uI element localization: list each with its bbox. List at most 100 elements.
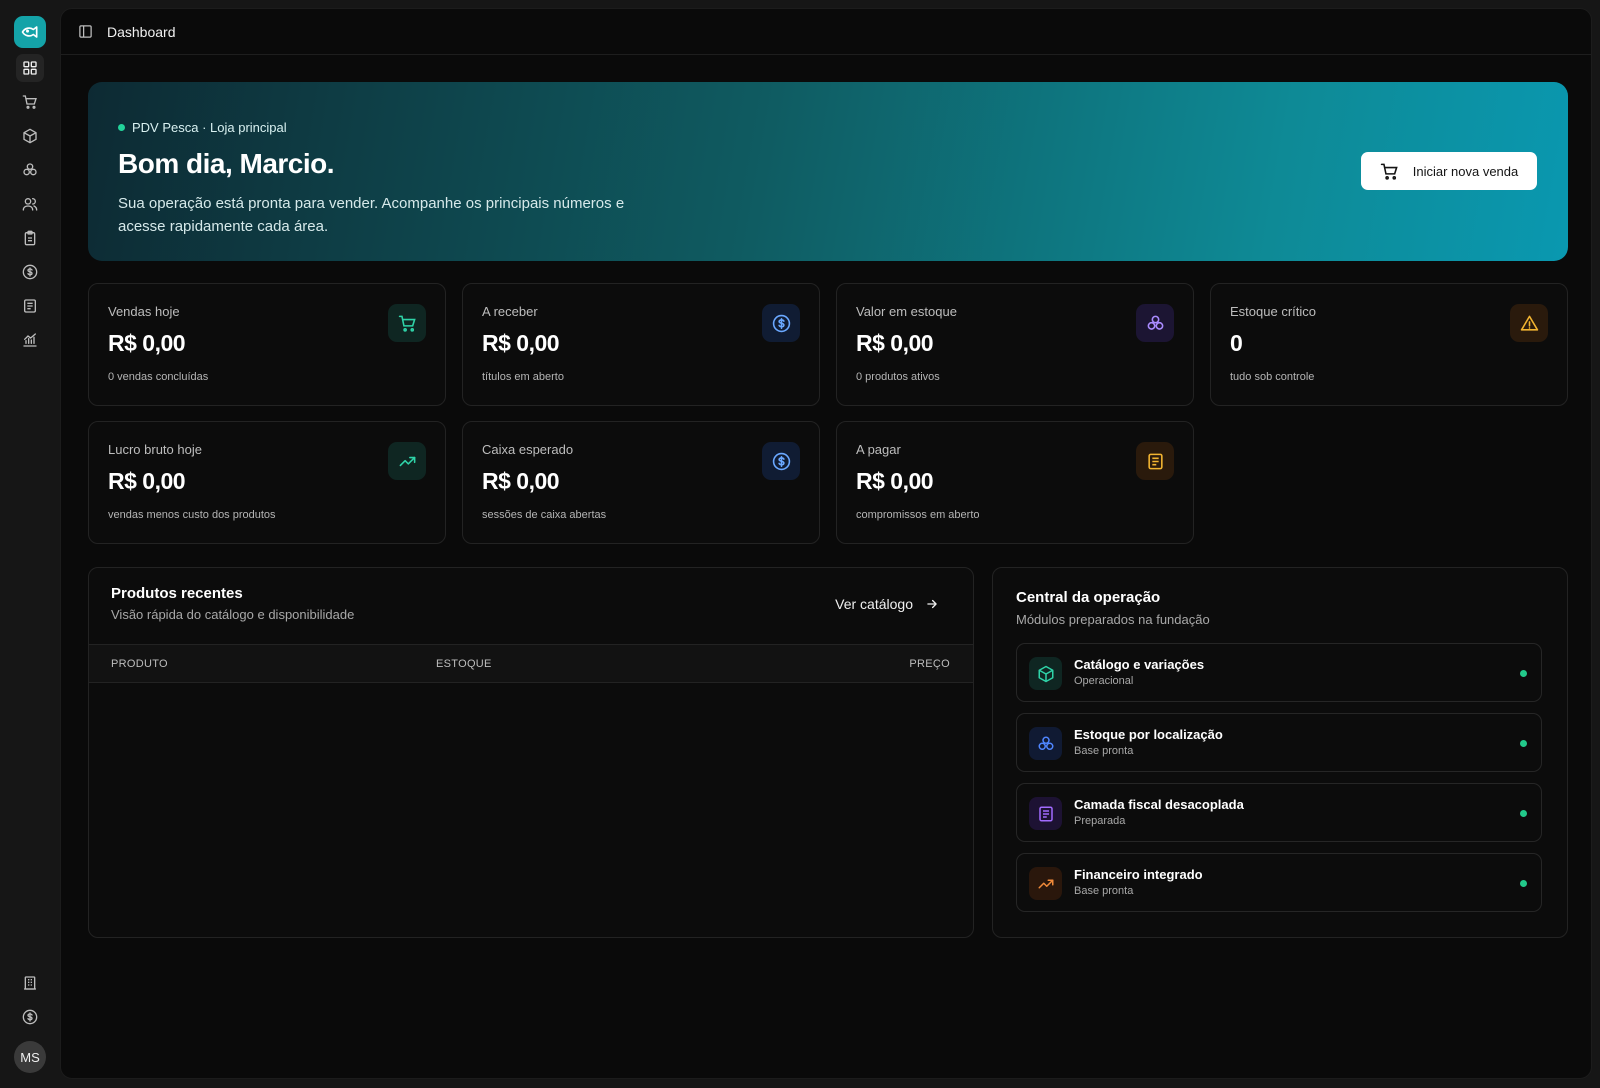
stat-icon-badge <box>1510 304 1548 342</box>
sidebar-item-store[interactable] <box>16 969 44 997</box>
sidebar-toggle-button[interactable] <box>78 24 93 39</box>
module-title: Catálogo e variações <box>1074 657 1205 672</box>
cart-icon <box>1380 163 1398 180</box>
module-title: Camada fiscal desacoplada <box>1074 797 1244 812</box>
sidebar-item-billing[interactable] <box>16 1003 44 1031</box>
module-item[interactable]: Camada fiscal desacoplada Preparada <box>1016 783 1542 842</box>
cart-icon <box>22 95 37 109</box>
module-status: Operacional <box>1074 675 1134 687</box>
stat-card-expected-cash[interactable]: Caixa esperado R$ 0,00 sessões de caixa … <box>462 421 820 544</box>
sidebar-item-sales[interactable] <box>16 88 44 116</box>
column-header-stock[interactable]: ESTOQUE <box>436 658 492 670</box>
greeting-description: Sua operação está pronta para vender. Ac… <box>118 195 625 235</box>
stat-label: Caixa esperado <box>482 442 574 457</box>
stat-label: Valor em estoque <box>856 304 957 319</box>
panel-title: Produtos recentes <box>111 585 243 602</box>
module-icon-badge <box>1029 797 1062 830</box>
stat-value: R$ 0,00 <box>856 330 934 356</box>
module-icon-badge <box>1029 727 1062 760</box>
new-sale-button[interactable]: Iniciar nova venda <box>1361 152 1537 190</box>
building-icon <box>24 976 36 990</box>
store-name: PDV Pesca · Loja principal <box>132 120 287 135</box>
module-status: Base pronta <box>1074 745 1134 757</box>
module-status-dot <box>1520 880 1527 887</box>
dollar-icon <box>22 264 38 280</box>
arrow-right-icon <box>927 599 937 609</box>
stat-value: R$ 0,00 <box>482 330 560 356</box>
stat-icon-badge <box>388 304 426 342</box>
module-item[interactable]: Estoque por localização Base pronta <box>1016 713 1542 772</box>
users-icon <box>22 198 38 211</box>
column-header-product[interactable]: PRODUTO <box>111 658 168 670</box>
greeting-title: Bom dia, Marcio. <box>118 148 335 179</box>
sidebar-item-orders[interactable] <box>16 224 44 252</box>
stat-value: R$ 0,00 <box>108 330 186 356</box>
stat-icon-badge <box>1136 304 1174 342</box>
store-tag: PDV Pesca · Loja principal <box>118 120 287 135</box>
sidebar-item-stock[interactable] <box>16 156 44 184</box>
module-item[interactable]: Financeiro integrado Base pronta <box>1016 853 1542 912</box>
receipt-icon <box>24 299 36 313</box>
module-icon-badge <box>1029 867 1062 900</box>
trending-up-icon <box>1038 879 1053 888</box>
recent-products-panel: Produtos recentes Visão rápida do catálo… <box>88 567 974 938</box>
sidebar-item-reports[interactable] <box>16 326 44 354</box>
view-catalog-link[interactable]: Ver catálogo <box>835 596 939 612</box>
cart-icon <box>398 315 416 332</box>
view-catalog-label: Ver catálogo <box>835 596 913 612</box>
panel-title: Central da operação <box>1016 589 1161 606</box>
sidebar-item-products[interactable] <box>16 122 44 150</box>
stat-value: 0 <box>1230 330 1243 356</box>
receipt-icon <box>1147 453 1163 469</box>
new-sale-label: Iniciar nova venda <box>1412 163 1519 179</box>
dollar-icon <box>22 1009 38 1025</box>
stat-card-gross-profit[interactable]: Lucro bruto hoje R$ 0,00 vendas menos cu… <box>88 421 446 544</box>
sidebar-item-customers[interactable] <box>16 190 44 218</box>
stat-card-sales-today[interactable]: Vendas hoje R$ 0,00 0 vendas concluídas <box>88 283 446 406</box>
module-status-dot <box>1520 670 1527 677</box>
stat-sub: vendas menos custo dos produtos <box>108 509 276 521</box>
user-avatar[interactable]: MS <box>14 1041 46 1073</box>
operations-panel: Central da operação Módulos preparados n… <box>992 567 1568 938</box>
stat-value: R$ 0,00 <box>108 468 186 494</box>
boxes-icon <box>1038 736 1053 750</box>
panel-subtitle: Visão rápida do catálogo e disponibilida… <box>111 607 355 622</box>
panel-left-icon <box>79 25 92 38</box>
module-item[interactable]: Catálogo e variações Operacional <box>1016 643 1542 702</box>
sidebar-item-fiscal[interactable] <box>16 292 44 320</box>
stat-sub: compromissos em aberto <box>856 509 980 521</box>
sidebar-item-dashboard[interactable] <box>16 54 44 82</box>
stat-card-stock-value[interactable]: Valor em estoque R$ 0,00 0 produtos ativ… <box>836 283 1194 406</box>
stat-sub: sessões de caixa abertas <box>482 509 607 521</box>
module-title: Estoque por localização <box>1074 727 1223 742</box>
module-status-dot <box>1520 810 1527 817</box>
stat-label: A receber <box>482 304 538 319</box>
breadcrumb: Dashboard <box>107 23 176 40</box>
sidebar-item-finance[interactable] <box>16 258 44 286</box>
stat-label: Vendas hoje <box>108 304 180 319</box>
boxes-icon <box>1147 315 1163 330</box>
module-status-dot <box>1520 740 1527 747</box>
stat-value: R$ 0,00 <box>856 468 934 494</box>
table-header: PRODUTO ESTOQUE PREÇO <box>89 644 973 683</box>
stat-icon-badge <box>388 442 426 480</box>
chart-icon <box>23 333 37 347</box>
main-content: Dashboard PDV Pesca · Loja principal Bom… <box>60 8 1592 1079</box>
stat-card-payable[interactable]: A pagar R$ 0,00 compromissos em aberto <box>836 421 1194 544</box>
column-header-price[interactable]: PREÇO <box>909 658 950 670</box>
stat-sub: tudo sob controle <box>1230 371 1315 383</box>
panel-subtitle: Módulos preparados na fundação <box>1016 612 1210 627</box>
package-icon <box>23 128 37 144</box>
stat-sub: 0 produtos ativos <box>856 371 940 383</box>
boxes-icon <box>23 163 37 176</box>
dollar-icon <box>772 452 790 470</box>
sidebar: MS <box>0 0 60 1088</box>
stat-card-receivable[interactable]: A receber R$ 0,00 títulos em aberto <box>462 283 820 406</box>
module-icon-badge <box>1029 657 1062 690</box>
welcome-banner: PDV Pesca · Loja principal Bom dia, Marc… <box>88 82 1568 261</box>
app-logo[interactable] <box>14 16 46 48</box>
stat-value: R$ 0,00 <box>482 468 560 494</box>
stat-card-critical-stock[interactable]: Estoque crítico 0 tudo sob controle <box>1210 283 1568 406</box>
alert-icon <box>1520 315 1538 331</box>
status-dot <box>118 124 125 131</box>
